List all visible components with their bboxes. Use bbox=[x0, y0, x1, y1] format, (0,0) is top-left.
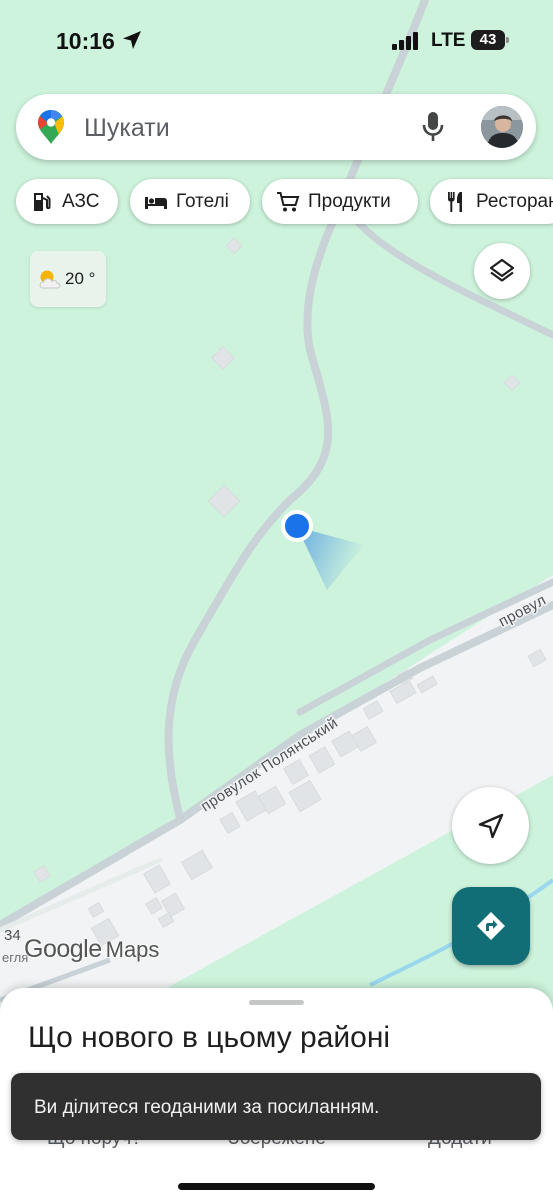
location-arrow-icon bbox=[123, 31, 141, 49]
snackbar-text: Ви ділитеся геоданими за посиланням. bbox=[34, 1097, 380, 1118]
chip-label: Готелі bbox=[176, 190, 229, 212]
profile-photo-icon bbox=[481, 106, 523, 148]
battery-icon: 43 bbox=[471, 30, 509, 50]
location-sharing-snackbar[interactable]: Ви ділитеся геоданими за посиланням. bbox=[11, 1073, 541, 1140]
sheet-drag-handle[interactable] bbox=[249, 1000, 304, 1005]
partly-cloudy-icon bbox=[39, 270, 61, 289]
home-indicator[interactable] bbox=[178, 1183, 375, 1190]
watermark-google: Google bbox=[24, 935, 102, 963]
battery-level: 43 bbox=[471, 30, 505, 50]
search-input[interactable]: Шукати bbox=[84, 114, 170, 143]
chip-label: Ресторани bbox=[476, 190, 553, 212]
directions-button[interactable] bbox=[452, 887, 530, 965]
my-location-dot[interactable] bbox=[281, 510, 313, 542]
chip-label: АЗС bbox=[62, 190, 100, 212]
directions-icon bbox=[477, 912, 505, 940]
chip-label: Продукти bbox=[308, 190, 391, 212]
chip-gas-stations[interactable]: АЗС bbox=[16, 179, 118, 224]
weather-temperature: 20 ° bbox=[65, 269, 96, 288]
network-type: LTE bbox=[431, 30, 466, 51]
google-maps-logo-icon bbox=[38, 110, 64, 144]
weather-badge[interactable]: 20 ° bbox=[30, 251, 106, 307]
layers-button[interactable] bbox=[474, 243, 530, 299]
status-time: 10:16 bbox=[56, 28, 115, 54]
chip-hotels[interactable]: Готелі bbox=[130, 179, 250, 224]
chip-restaurants[interactable]: Ресторани bbox=[430, 179, 553, 224]
my-location-button[interactable] bbox=[452, 787, 529, 864]
google-maps-watermark: Google Maps bbox=[24, 935, 159, 964]
edge-number-label: 34 bbox=[4, 927, 21, 944]
restaurant-icon bbox=[448, 191, 462, 212]
microphone-icon[interactable] bbox=[421, 111, 445, 143]
chip-groceries[interactable]: Продукти bbox=[262, 179, 418, 224]
search-bar[interactable]: Шукати bbox=[16, 94, 536, 160]
signal-bars-icon bbox=[392, 32, 418, 50]
layers-icon bbox=[489, 258, 515, 282]
navigation-arrow-icon bbox=[478, 813, 504, 839]
status-bar: 10:16 LTE 43 bbox=[0, 0, 553, 80]
sheet-title: Що нового в цьому районі bbox=[28, 1021, 391, 1054]
avatar[interactable] bbox=[481, 106, 523, 148]
category-chips: АЗС Готелі Продукти Ресторани bbox=[16, 179, 553, 225]
shopping-cart-icon bbox=[277, 191, 300, 211]
gas-station-icon bbox=[34, 192, 51, 211]
watermark-maps: Maps bbox=[105, 937, 160, 962]
hotel-bed-icon bbox=[145, 196, 167, 209]
